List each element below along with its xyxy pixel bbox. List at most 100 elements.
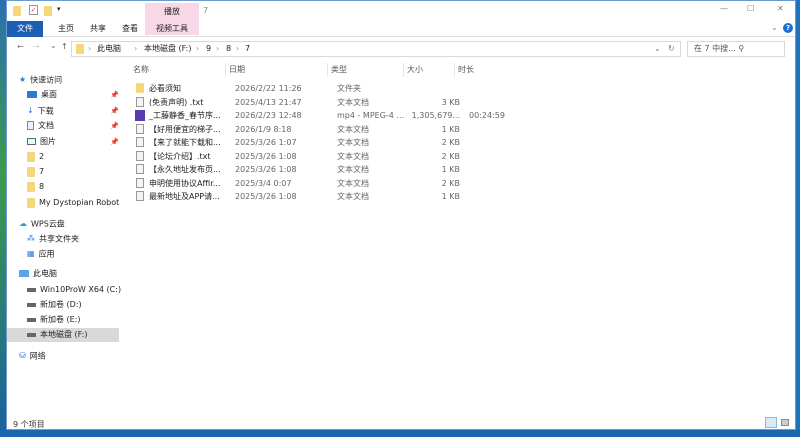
quick-access-dropdown[interactable]: ▾	[57, 5, 61, 13]
taskbar	[0, 430, 800, 437]
drive-icon	[27, 287, 36, 292]
sidebar-item-label: My Dystopian Robot	[39, 198, 120, 207]
file-date: 2026/2/22 11:26	[235, 84, 302, 93]
sidebar-item-label: 图片	[40, 137, 56, 146]
sidebar-item[interactable]: ★ 快速访问	[7, 73, 119, 87]
sidebar-item-label: 2	[39, 152, 45, 161]
column-header-duration[interactable]: 时长	[454, 63, 474, 77]
breadcrumb-this-pc[interactable]: 此电脑	[97, 42, 121, 56]
file-name: 必看须知	[149, 84, 181, 93]
sidebar-item[interactable]: 8	[7, 180, 119, 194]
sidebar-item-label: 文档	[38, 121, 54, 130]
text-file-icon	[136, 137, 144, 147]
sidebar-item[interactable]: 新加卷 (D:)	[7, 298, 119, 312]
tab-video-tools[interactable]: 视频工具	[145, 21, 199, 37]
file-name: 申明使用协议Affir...	[149, 178, 221, 188]
file-type: mp4 - MPEG-4 ...	[337, 111, 405, 120]
sidebar-item[interactable]: ↓ 下载 📌	[7, 104, 119, 118]
sidebar-item-label: 新加卷 (E:)	[40, 315, 81, 324]
folder-icon	[27, 151, 35, 162]
expand-ribbon-icon[interactable]: ⌄	[771, 23, 778, 32]
back-button[interactable]: ←	[17, 42, 24, 51]
recent-locations-button[interactable]: ⌄	[50, 41, 57, 50]
file-row[interactable]: 【永久地址发布页... 2025/3/26 1:08 文本文档 1 KB	[132, 163, 532, 176]
download-icon: ↓	[27, 106, 34, 115]
breadcrumb-8[interactable]: 8	[226, 42, 231, 56]
sidebar-item[interactable]: 2	[7, 150, 119, 164]
address-dropdown-button[interactable]: ⌄	[654, 42, 661, 56]
sidebar-item-label: WPS云盘	[31, 219, 65, 229]
tab-share[interactable]: 共享	[85, 21, 111, 37]
file-row[interactable]: 必看须知 2026/2/22 11:26 文件夹	[132, 82, 532, 95]
file-row[interactable]: _工藤静香_春节序... 2026/2/23 12:48 mp4 - MPEG-4 …	[132, 109, 532, 122]
sidebar-item[interactable]: 此电脑	[7, 267, 119, 281]
sidebar-item[interactable]: 桌面 📌	[7, 88, 119, 102]
desktop-icon	[27, 91, 37, 98]
sidebar-item-label: 快速访问	[30, 75, 63, 85]
file-name: 【论坛介绍】.txt	[149, 151, 211, 161]
file-date: 2025/3/26 1:08	[235, 165, 297, 174]
breadcrumb-9[interactable]: 9	[206, 42, 211, 56]
sidebar-item[interactable]: 7	[7, 165, 119, 179]
cloud-icon: ☁	[19, 219, 27, 228]
file-row[interactable]: 申明使用协议Affir... 2025/3/4 0:07 文本文档 2 KB	[132, 177, 532, 190]
sidebar-item[interactable]: Win10ProW X64 (C:)	[7, 283, 121, 297]
document-icon	[27, 121, 34, 130]
text-file-icon	[136, 123, 144, 134]
properties-icon[interactable]: ✓	[29, 5, 38, 15]
minimize-button[interactable]: —	[720, 4, 728, 13]
window-title: 7	[203, 6, 209, 15]
file-date: 2025/3/26 1:08	[235, 151, 297, 161]
share-icon: ⁂	[27, 234, 35, 243]
file-row[interactable]: 【好用便宜的梯子... 2026/1/9 8:18 文本文档 1 KB	[132, 123, 532, 136]
refresh-button[interactable]: ↻	[668, 42, 675, 56]
tab-view[interactable]: 查看	[117, 21, 143, 37]
sidebar-item[interactable]: My Dystopian Robot	[7, 196, 119, 210]
column-header-name[interactable]: 名称	[133, 63, 149, 77]
tab-file[interactable]: 文件	[7, 21, 43, 37]
text-file-icon	[136, 191, 144, 201]
sidebar-item[interactable]: ☁ WPS云盘	[7, 217, 119, 231]
sidebar-item[interactable]: 图片 📌	[7, 135, 119, 149]
address-box[interactable]: › 此电脑 › 本地磁盘 (F:) › 9 › 8 › 7 ⌄ ↻	[71, 41, 681, 57]
sidebar-item[interactable]: 本地磁盘 (F:)	[7, 328, 119, 342]
sidebar-item[interactable]: 新加卷 (E:)	[7, 313, 119, 327]
picture-icon	[27, 138, 36, 145]
title-bar: ✓ ▾	[7, 1, 795, 21]
up-button[interactable]: ↑	[61, 42, 68, 51]
file-size: 2 KB	[441, 178, 460, 188]
column-header-type[interactable]: 类型	[327, 63, 347, 77]
large-icons-view-button[interactable]	[781, 419, 789, 426]
file-row[interactable]: (免责声明) .txt 2025/4/13 21:47 文本文档 3 KB	[132, 96, 532, 109]
text-file-icon	[136, 177, 144, 188]
close-button[interactable]: ✕	[777, 4, 784, 13]
file-date: 2025/3/4 0:07	[235, 178, 292, 188]
help-icon[interactable]: ?	[783, 23, 793, 33]
file-size: 2 KB	[441, 151, 460, 161]
file-name: _工藤静香_春节序...	[149, 111, 221, 120]
folder-icon	[27, 181, 35, 192]
breadcrumb-drive-f[interactable]: 本地磁盘 (F:)	[144, 42, 191, 56]
folder-icon	[27, 166, 35, 177]
details-view-button[interactable]	[765, 417, 777, 428]
sidebar-item[interactable]: ▦ 应用	[7, 247, 119, 261]
column-header-date[interactable]: 日期	[225, 63, 245, 77]
file-row[interactable]: 最新地址及APP请... 2025/3/26 1:08 文本文档 1 KB	[132, 190, 532, 203]
file-row[interactable]: 【来了就能下载和... 2025/3/26 1:07 文本文档 2 KB	[132, 136, 532, 149]
file-name: (免责声明) .txt	[149, 97, 204, 107]
network-icon: ⛁	[19, 351, 26, 360]
sidebar-item[interactable]: 文档 📌	[7, 119, 119, 133]
drive-icon	[27, 302, 36, 307]
forward-button[interactable]: →	[33, 42, 40, 51]
sidebar-item-label: 7	[39, 167, 45, 176]
column-header-size[interactable]: 大小	[403, 63, 423, 77]
breadcrumb-7[interactable]: 7	[245, 42, 250, 56]
maximize-button[interactable]: ☐	[747, 4, 754, 13]
drive-icon	[27, 317, 36, 322]
file-row[interactable]: 【论坛介绍】.txt 2025/3/26 1:08 文本文档 2 KB	[132, 150, 532, 163]
tab-home[interactable]: 主页	[53, 21, 79, 37]
new-folder-icon[interactable]	[44, 6, 52, 16]
search-input[interactable]: 在 7 中搜... ⚲	[687, 41, 785, 57]
sidebar-item[interactable]: ⛁ 网络	[7, 349, 119, 363]
sidebar-item[interactable]: ⁂ 共享文件夹	[7, 232, 119, 246]
